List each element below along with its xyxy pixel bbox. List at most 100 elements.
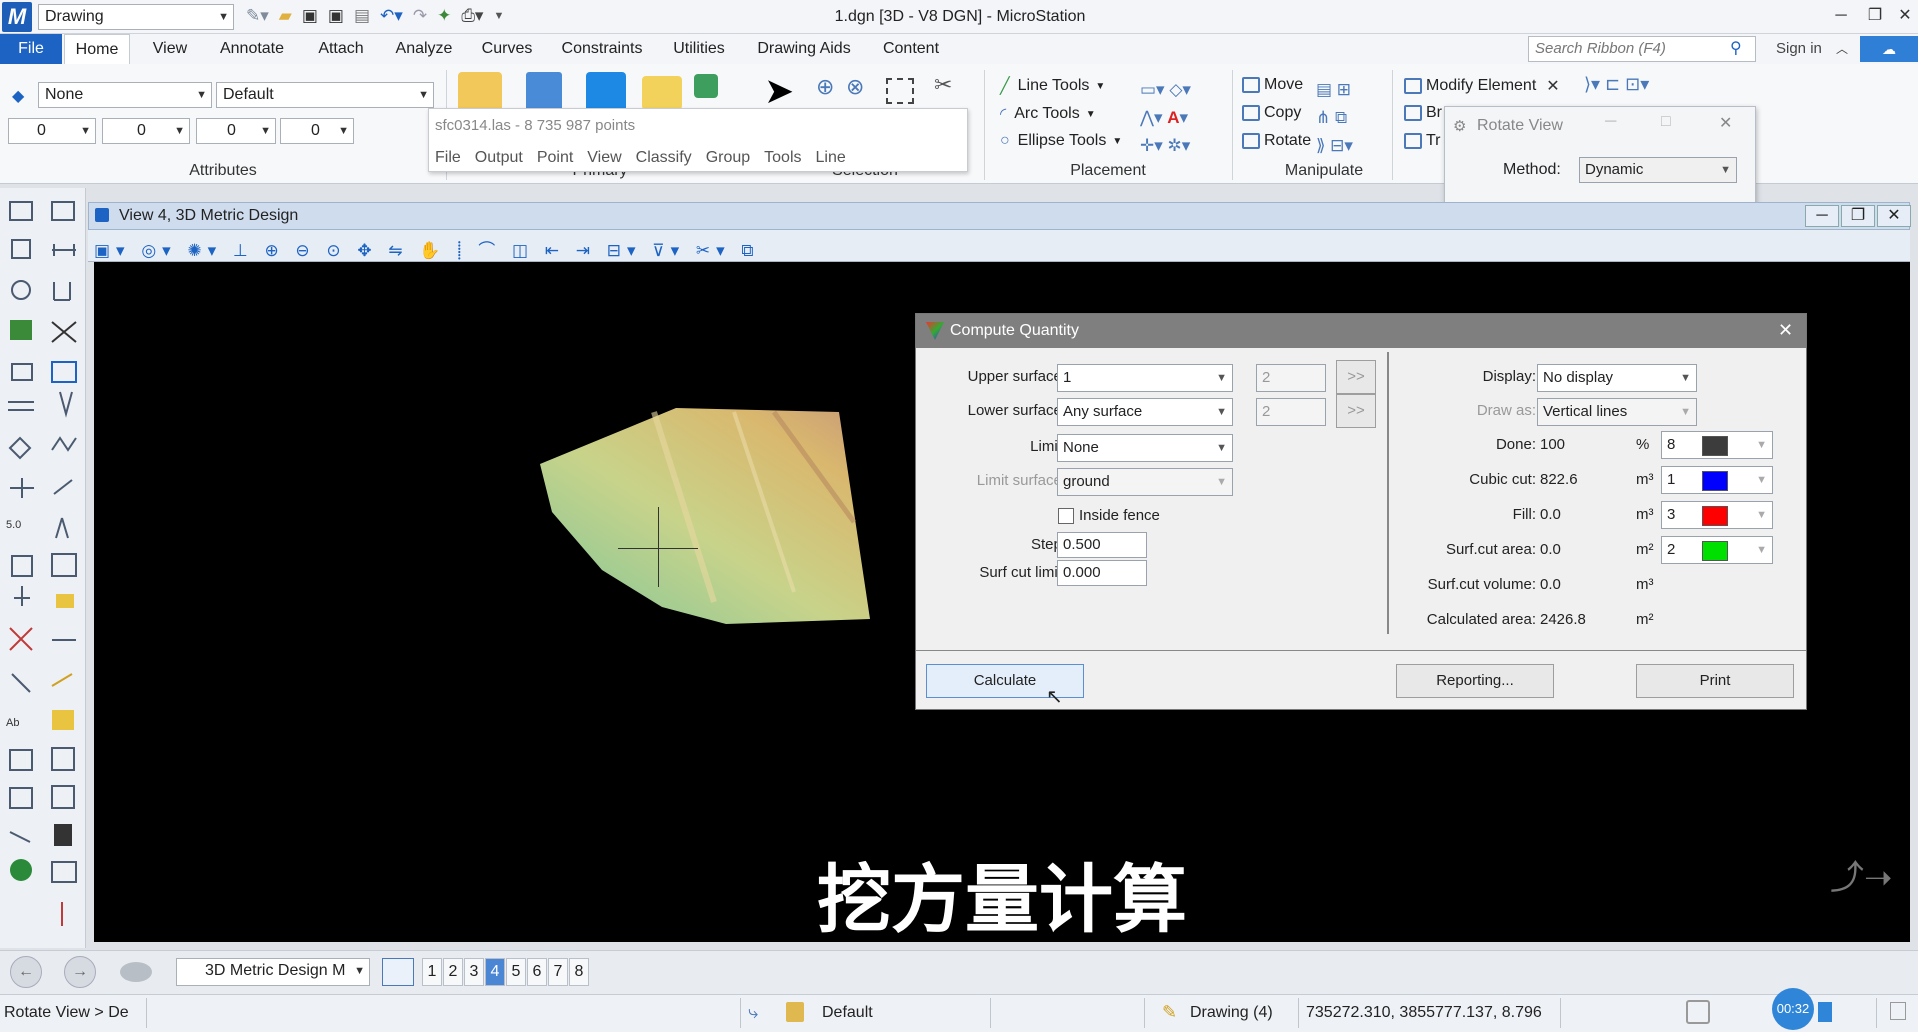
level-selector[interactable]: None ▼ <box>38 82 212 108</box>
explorer-icon[interactable] <box>458 72 502 112</box>
modify-element-button[interactable]: Modify Element ✕ <box>1404 76 1560 96</box>
reporting-button[interactable]: Reporting... <box>1396 664 1554 698</box>
ribbon-search-input[interactable]: Search Ribbon (F4) <box>1528 36 1756 62</box>
restore-button[interactable]: ❐ <box>1860 4 1890 28</box>
view-number-button[interactable]: 5 <box>506 958 526 986</box>
method-select[interactable]: Dynamic ▼ <box>1579 157 1737 183</box>
rotate-view-minimize[interactable]: ─ <box>1605 113 1616 131</box>
trim-button[interactable]: Tr <box>1404 132 1441 150</box>
undo-icon[interactable]: ↶▾ <box>380 6 403 26</box>
search-icon[interactable]: ⚲ <box>1730 38 1742 58</box>
view-number-button[interactable]: 1 <box>422 958 442 986</box>
model-selector[interactable]: 3D Metric Design M ▼ <box>176 958 370 986</box>
view-number-button[interactable]: 2 <box>443 958 463 986</box>
status-settings-icon[interactable] <box>1890 1002 1906 1020</box>
manipulate-icons[interactable]: ▤ ⊞ ⋔ ⧉ ⟫ ⊟▾ <box>1316 76 1353 160</box>
workflow-selector[interactable]: Drawing ▼ <box>38 4 234 30</box>
model-type-icon[interactable] <box>120 962 152 982</box>
tab-analyze[interactable]: Analyze <box>388 34 460 64</box>
lower-surface-pick-button[interactable]: >> <box>1336 394 1376 428</box>
view-number-button[interactable]: 4 <box>485 958 505 986</box>
move-button[interactable]: Move <box>1242 76 1303 94</box>
tab-view[interactable]: View <box>144 34 196 64</box>
pc-menu-classify[interactable]: Classify <box>636 149 692 167</box>
collapse-ribbon-icon[interactable]: ︿ <box>1836 40 1848 57</box>
more-tools-icon[interactable]: ⟩▾ ⊏ ⊡▾ <box>1584 74 1649 95</box>
models-icon[interactable] <box>526 72 562 112</box>
select-all-icon[interactable]: ⊗ <box>846 74 864 100</box>
pc-menu-point[interactable]: Point <box>537 149 573 167</box>
tab-utilities[interactable]: Utilities <box>664 34 734 64</box>
dialog-close-icon[interactable]: ✕ <box>1778 320 1793 341</box>
line-tools-button[interactable]: ╱ Line Tools ▼ <box>1000 76 1105 96</box>
pc-menu-tools[interactable]: Tools <box>764 149 801 167</box>
view-number-button[interactable]: 6 <box>527 958 547 986</box>
inside-fence-checkbox[interactable] <box>1058 508 1074 524</box>
element-selection-icon[interactable]: ➤ <box>764 70 794 112</box>
lower-surface-select[interactable]: Any surface ▼ <box>1057 398 1233 426</box>
view-close-button[interactable]: ✕ <box>1877 205 1911 227</box>
tab-annotate[interactable]: Annotate <box>212 34 292 64</box>
step-input[interactable]: 0.500 <box>1057 532 1147 558</box>
tab-content[interactable]: Content <box>872 34 950 64</box>
view-number-button[interactable]: 7 <box>548 958 568 986</box>
view-number-button[interactable]: 8 <box>569 958 589 986</box>
tab-home[interactable]: Home <box>64 34 130 64</box>
pc-menu-view[interactable]: View <box>587 149 621 167</box>
rotate-button[interactable]: Rotate <box>1242 132 1311 150</box>
weight-selector[interactable]: 0 ▼ <box>102 118 190 144</box>
pc-menu-line[interactable]: Line <box>816 149 846 167</box>
scissors-icon[interactable]: ✂ <box>934 72 952 98</box>
rotate-view-maximize[interactable]: □ <box>1661 113 1671 131</box>
view-minimize-button[interactable]: ─ <box>1805 205 1839 227</box>
save-icon[interactable]: ▣ <box>302 6 318 26</box>
forward-icon[interactable]: → <box>64 956 96 988</box>
tab-file[interactable]: File <box>0 34 62 64</box>
tab-attach[interactable]: Attach <box>306 34 376 64</box>
ellipse-tools-button[interactable]: ○ Ellipse Tools ▼ <box>1000 132 1122 150</box>
back-icon[interactable]: ← <box>10 956 42 988</box>
compress-icon[interactable]: ▤ <box>354 6 370 26</box>
references-icon[interactable] <box>694 74 718 98</box>
cloud-connect-icon[interactable]: ☁ <box>1860 36 1918 62</box>
placement-icons[interactable]: ▭▾ ◇▾ ⋀▾ A▾ ✛▾ ✲▾ <box>1140 76 1191 160</box>
pc-menu-file[interactable]: File <box>435 149 461 167</box>
microstation-logo-icon[interactable]: M <box>2 2 32 32</box>
transparency-selector[interactable]: 0 ▼ <box>280 118 354 144</box>
color-selector[interactable]: 0 ▼ <box>8 118 96 144</box>
customize-icon[interactable]: ✎▾ <box>246 6 269 26</box>
tab-drawing-aids[interactable]: Drawing Aids <box>752 34 856 64</box>
arc-tools-button[interactable]: ◜ Arc Tools ▼ <box>1000 104 1096 124</box>
level-manager-icon[interactable] <box>642 76 682 110</box>
save-settings-icon[interactable]: ▣ <box>328 6 344 26</box>
fence-icon[interactable] <box>886 78 914 104</box>
limit-select[interactable]: None ▼ <box>1057 434 1233 462</box>
level-display-icon[interactable]: ◆ <box>12 86 24 106</box>
open-folder-icon[interactable]: ▰ <box>279 6 292 26</box>
view-restore-button[interactable]: ❐ <box>1841 205 1875 227</box>
display-select[interactable]: No display ▼ <box>1537 364 1697 392</box>
qat-dropdown-icon[interactable]: ▼ <box>493 10 504 22</box>
tab-constraints[interactable]: Constraints <box>554 34 650 64</box>
rotate-view-close[interactable]: ✕ <box>1719 113 1732 133</box>
upper-surface-select[interactable]: 1 ▼ <box>1057 364 1233 392</box>
snap-icon[interactable]: ⤷ <box>748 1002 758 1023</box>
surf-cut-limit-input[interactable]: 0.000 <box>1057 560 1147 586</box>
sign-in-link[interactable]: Sign in <box>1776 40 1822 57</box>
pc-menu-group[interactable]: Group <box>706 149 750 167</box>
view-groups-icon[interactable] <box>382 958 414 986</box>
close-button[interactable]: ✕ <box>1890 4 1918 28</box>
tab-curves[interactable]: Curves <box>476 34 538 64</box>
minimize-button[interactable]: ─ <box>1826 4 1856 28</box>
upper-surface-pick-button[interactable]: >> <box>1336 360 1376 394</box>
view-icon[interactable] <box>586 72 626 112</box>
view-tool-icons[interactable]: ▣▾ ◎▾ ✺▾ ⊥ ⊕ ⊖ ⊙ ✥ ⇋ ✋ ⸽ ⌒ ◫ ⇤ ⇥ ⊟▾ ⊽▾ ✂… <box>94 236 760 261</box>
lock-icon[interactable] <box>786 1002 804 1022</box>
copy-button[interactable]: Copy <box>1242 104 1301 122</box>
style-selector[interactable]: Default ▼ <box>216 82 434 108</box>
linestyle-selector[interactable]: 0 ▼ <box>196 118 276 144</box>
record-icon[interactable] <box>1818 1002 1832 1022</box>
print-icon[interactable]: ⎙▾ <box>461 6 483 26</box>
pc-menu-output[interactable]: Output <box>475 149 523 167</box>
tool-icons[interactable]: 5.0 Ab <box>0 188 86 948</box>
